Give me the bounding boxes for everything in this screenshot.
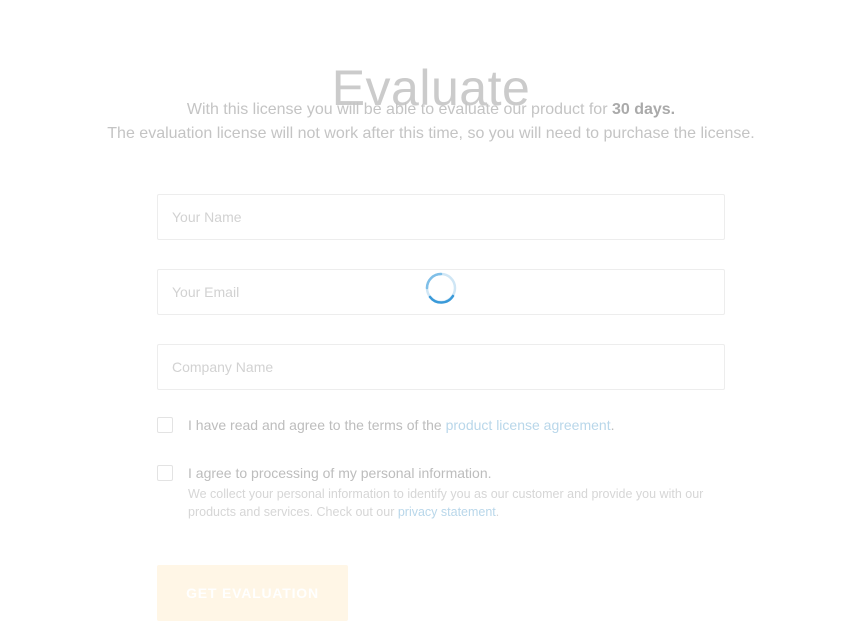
intro-duration: 30 days. [611,101,676,118]
loading-spinner-icon [425,272,457,304]
agree-personal-text: I agree to processing of my personal inf… [188,465,492,481]
personal-info-note-suffix: . [495,505,500,519]
intro-line-1: With this license you will be able to ev… [0,98,862,122]
agree-terms-checkbox[interactable] [157,417,173,433]
intro-text: With this license you will be able to ev… [0,98,862,146]
agree-personal-label: I agree to processing of my personal inf… [188,464,728,521]
agree-personal-checkbox[interactable] [157,465,173,481]
evaluate-page: Evaluate With this license you will be a… [0,0,862,639]
your-name-input[interactable] [157,194,725,240]
intro-line-2: The evaluation license will not work aft… [107,125,755,142]
product-license-agreement-link[interactable]: product license agreement [446,417,611,433]
privacy-statement-link[interactable]: privacy statement [398,505,496,519]
agree-terms-text: I have read and agree to the terms of th… [188,417,446,433]
intro-line-1-prefix: With this license you will be able to ev… [186,101,612,118]
agree-terms-suffix: . [610,417,615,433]
company-name-input[interactable] [157,344,725,390]
get-evaluation-button[interactable]: GET EVALUATION [157,565,348,621]
personal-info-note: We collect your personal information to … [188,485,728,521]
agree-terms-label: I have read and agree to the terms of th… [188,416,728,434]
